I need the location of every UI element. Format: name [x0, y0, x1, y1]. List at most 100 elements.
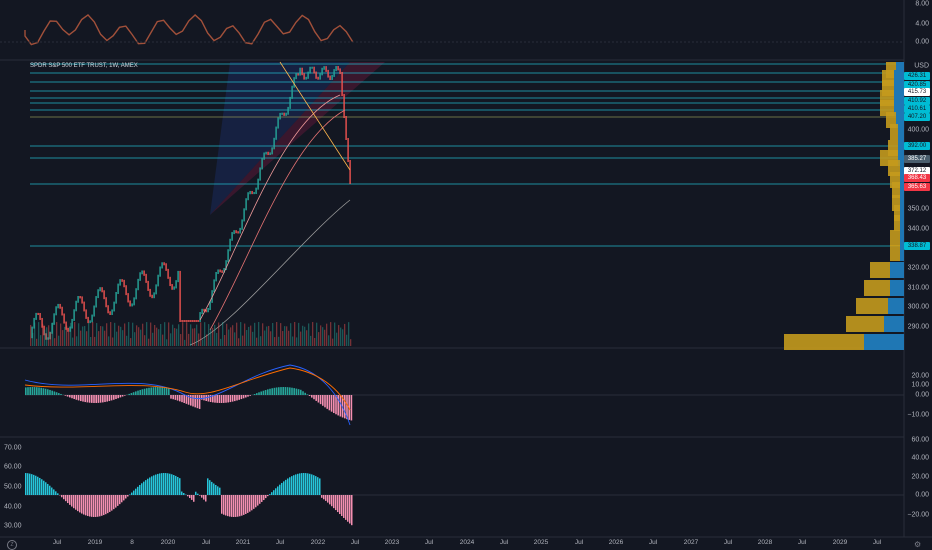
histogram-bar: [328, 395, 331, 411]
histogram-bar: [273, 490, 275, 495]
histogram-bar: [343, 495, 345, 518]
volume-bar: [160, 323, 162, 346]
histogram-bar: [168, 388, 170, 395]
histogram-bar: [187, 495, 189, 497]
candle: [327, 69, 329, 78]
histogram-bar: [260, 391, 262, 395]
volume-bar: [318, 332, 320, 346]
histogram-bar: [163, 473, 165, 495]
candle: [107, 305, 109, 314]
histogram-bar: [38, 387, 40, 395]
histogram-bar: [147, 478, 149, 495]
histogram-bar: [152, 387, 155, 395]
volume-bar: [310, 335, 312, 346]
trading-chart[interactable]: SPDR S&P 500 ETF TRUST, 1W, AMEX USD Jul…: [0, 0, 932, 550]
candle: [63, 313, 65, 324]
volume-bar: [114, 322, 116, 346]
candle: [323, 66, 325, 70]
candle: [147, 280, 149, 291]
candle: [87, 316, 89, 324]
candle: [61, 306, 63, 316]
volume-bar: [88, 323, 90, 346]
candle: [135, 288, 137, 300]
histogram-bar: [93, 395, 95, 403]
histogram-bar: [63, 495, 65, 500]
candle: [119, 279, 121, 286]
histogram-bar: [37, 476, 39, 495]
chart-canvas[interactable]: [0, 0, 932, 550]
candle: [165, 263, 167, 271]
volume-bar: [172, 324, 174, 346]
volume-bar: [226, 323, 228, 346]
volume-bar: [38, 322, 40, 346]
time-axis-label: Jul: [723, 539, 733, 546]
candle: [177, 270, 179, 283]
histogram-bar: [297, 389, 300, 395]
gear-icon[interactable]: ⚙: [914, 540, 921, 549]
candle: [329, 75, 331, 80]
volume-bar: [264, 330, 266, 346]
volume-bar: [262, 323, 264, 346]
price-tag: 426.31: [904, 72, 930, 80]
histogram-bar: [31, 387, 34, 395]
histogram-bar: [289, 387, 291, 395]
candle: [317, 76, 319, 80]
candle: [101, 287, 103, 293]
histogram-bar: [330, 395, 333, 412]
volume-bar: [72, 337, 74, 346]
candle: [183, 320, 185, 322]
histogram-bar: [199, 495, 201, 496]
histogram-bar: [132, 392, 135, 395]
histogram-bar: [153, 475, 155, 495]
volume-bar: [102, 326, 104, 346]
volume-bar: [254, 322, 256, 346]
histogram-bar: [77, 495, 79, 512]
histogram-bar: [317, 477, 319, 495]
volume-bar: [34, 322, 36, 346]
histogram-bar: [69, 495, 71, 505]
candle: [305, 76, 307, 80]
volume-bar: [70, 322, 72, 346]
zoom-button[interactable]: Z: [7, 540, 17, 550]
candle: [195, 320, 197, 322]
histogram-bar: [159, 387, 161, 395]
histogram-bar: [253, 495, 255, 509]
price-axis-label: 290.00: [907, 323, 929, 331]
histogram-bar: [101, 495, 103, 516]
time-axis-label: 2025: [533, 539, 549, 546]
histogram-bar: [209, 480, 211, 495]
volume-bar: [128, 322, 130, 346]
histogram-bar: [139, 389, 141, 395]
histogram-bar: [337, 495, 339, 513]
macd-axis-label: 10.00: [911, 381, 929, 389]
volume-bar: [190, 324, 192, 346]
histogram-bar: [280, 387, 282, 395]
histogram-bar: [271, 388, 273, 395]
volume-profile-bar: [888, 298, 904, 314]
candle: [131, 303, 133, 307]
histogram-bar: [53, 489, 55, 495]
rsi-axis-label: −20.00: [907, 511, 929, 519]
volume-bar: [202, 339, 204, 346]
histogram-bar: [176, 395, 179, 401]
candle: [295, 73, 297, 80]
histogram-bar: [201, 395, 203, 400]
price-axis-label: 340.00: [907, 225, 929, 233]
volume-bar: [348, 322, 350, 346]
volume-bar: [342, 329, 344, 346]
histogram-bar: [331, 495, 333, 507]
histogram-bar: [66, 395, 69, 397]
candle: [189, 320, 191, 322]
volume-bar: [166, 339, 168, 346]
histogram-bar: [225, 495, 227, 516]
histogram-bar: [150, 387, 152, 395]
candle: [125, 285, 127, 296]
candle: [85, 309, 87, 319]
volume-bar: [40, 335, 42, 346]
histogram-bar: [43, 480, 45, 495]
histogram-bar: [307, 473, 309, 495]
volume-bar: [56, 322, 58, 346]
candle: [105, 297, 107, 308]
histogram-bar: [269, 494, 271, 495]
histogram-bar: [161, 473, 163, 495]
